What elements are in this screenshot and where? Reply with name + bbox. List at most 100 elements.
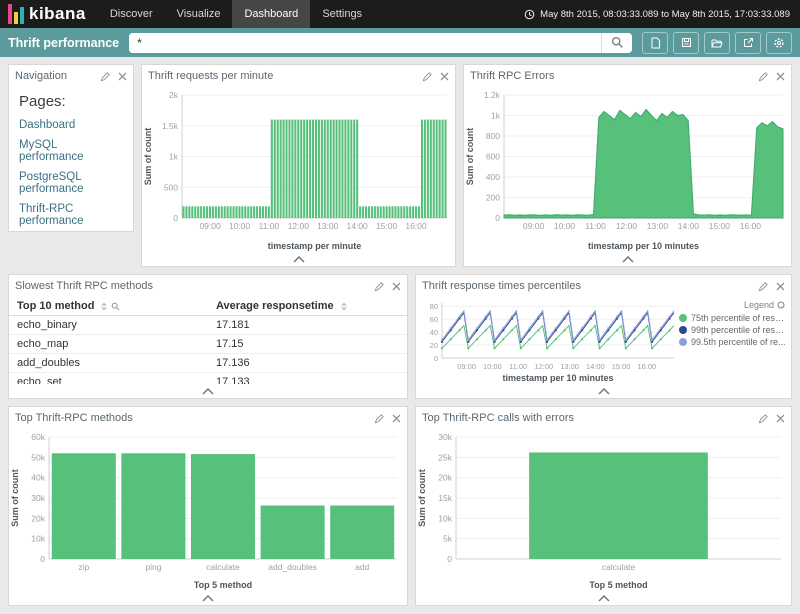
close-panel-icon[interactable] <box>440 72 449 81</box>
rpc-errors-chart[interactable]: 02004006008001k1.2k09:0010:0011:0012:001… <box>464 87 791 252</box>
edit-panel-icon[interactable] <box>422 71 433 82</box>
panel-title: Top Thrift-RPC calls with errors <box>422 412 758 424</box>
page-link-dashboard[interactable]: Dashboard <box>19 119 123 131</box>
panel-slowest-methods: Slowest Thrift RPC methods Top 10 method <box>8 274 408 399</box>
edit-panel-icon[interactable] <box>758 71 769 82</box>
table-row: echo_map17.15 <box>9 335 407 354</box>
collapse-chevron[interactable] <box>9 384 407 398</box>
close-panel-icon[interactable] <box>392 414 401 423</box>
svg-text:timestamp per 10 minutes: timestamp per 10 minutes <box>588 241 699 251</box>
panel-thrift-requests: Thrift requests per minute 05001k1.5k2k0… <box>141 64 456 267</box>
close-panel-icon[interactable] <box>776 414 785 423</box>
edit-panel-icon[interactable] <box>374 281 385 292</box>
svg-text:14:00: 14:00 <box>678 221 700 231</box>
collapse-chevron[interactable] <box>142 252 455 266</box>
percentiles-chart[interactable]: 02040608009:0010:0011:0012:0013:0014:001… <box>416 297 679 384</box>
gear-icon <box>773 37 785 49</box>
svg-text:15:00: 15:00 <box>376 221 398 231</box>
requests-per-minute-chart[interactable]: 05001k1.5k2k09:0010:0011:0012:0013:0014:… <box>142 87 455 252</box>
main-nav: Discover Visualize Dashboard Settings <box>98 0 374 28</box>
page-link-thrift-rpc[interactable]: Thrift-RPC performance <box>19 203 123 227</box>
search-button[interactable] <box>601 33 632 53</box>
svg-text:40k: 40k <box>31 473 45 483</box>
legend-dot <box>679 314 687 322</box>
close-panel-icon[interactable] <box>118 72 127 81</box>
column-header-responsetime[interactable]: Average responsetime <box>208 297 407 316</box>
svg-text:2k: 2k <box>169 90 179 100</box>
share-dashboard-button[interactable] <box>735 32 761 54</box>
panel-title: Navigation <box>15 70 100 82</box>
legend-toggle[interactable]: Legend <box>679 299 791 312</box>
svg-text:15:00: 15:00 <box>709 221 731 231</box>
edit-panel-icon[interactable] <box>374 413 385 424</box>
time-range-text: May 8th 2015, 08:03:33.089 to May 8th 20… <box>540 9 790 20</box>
svg-text:0: 0 <box>447 554 452 564</box>
logo-text: kibana <box>29 4 86 24</box>
search-box <box>129 33 632 53</box>
edit-panel-icon[interactable] <box>758 413 769 424</box>
open-dashboard-button[interactable] <box>704 32 730 54</box>
save-dashboard-button[interactable] <box>673 32 699 54</box>
svg-text:10:00: 10:00 <box>554 221 576 231</box>
collapse-chevron[interactable] <box>464 252 791 266</box>
kibana-logo[interactable]: kibana <box>0 0 98 28</box>
nav-item-visualize[interactable]: Visualize <box>165 0 233 28</box>
column-header-method[interactable]: Top 10 method <box>9 297 208 316</box>
calls-with-errors-chart[interactable]: 05k10k15k20k25k30kcalculateSum of countT… <box>416 429 791 591</box>
svg-text:16:00: 16:00 <box>740 221 762 231</box>
collapse-chevron[interactable] <box>9 591 407 605</box>
close-panel-icon[interactable] <box>392 282 401 291</box>
legend-item[interactable]: 99.5th percentile of re... <box>679 336 791 348</box>
page-link-mysql[interactable]: MySQL performance <box>19 139 123 163</box>
column-search-icon[interactable] <box>111 302 120 311</box>
svg-text:13:00: 13:00 <box>647 221 669 231</box>
share-icon <box>743 37 754 48</box>
nav-item-dashboard[interactable]: Dashboard <box>232 0 310 28</box>
svg-text:16:00: 16:00 <box>405 221 427 231</box>
close-panel-icon[interactable] <box>776 72 785 81</box>
time-range-picker[interactable]: May 8th 2015, 08:03:33.089 to May 8th 20… <box>524 0 800 28</box>
svg-text:1k: 1k <box>169 152 179 162</box>
panel-navigation: Navigation Pages: Dashboard MySQL perfor… <box>8 64 134 232</box>
collapse-chevron[interactable] <box>416 591 791 605</box>
svg-text:1.2k: 1.2k <box>484 90 501 100</box>
svg-text:09:00: 09:00 <box>457 362 476 371</box>
new-dashboard-button[interactable] <box>642 32 668 54</box>
svg-text:13:00: 13:00 <box>317 221 339 231</box>
nav-item-settings[interactable]: Settings <box>310 0 374 28</box>
slowest-methods-table: Top 10 method Average responsetime echo_… <box>9 297 407 384</box>
dashboard-title: Thrift performance <box>8 36 129 50</box>
svg-text:Top 5 method: Top 5 method <box>589 580 647 590</box>
svg-text:0: 0 <box>434 354 438 363</box>
svg-text:Sum of count: Sum of count <box>465 128 475 186</box>
table-row: echo_binary17.181 <box>9 316 407 335</box>
svg-text:500: 500 <box>164 182 178 192</box>
svg-text:10k: 10k <box>438 513 452 523</box>
svg-text:11:00: 11:00 <box>259 221 280 231</box>
nav-item-discover[interactable]: Discover <box>98 0 165 28</box>
top-methods-chart[interactable]: 010k20k30k40k50k60kzippingcalculateadd_d… <box>9 429 407 591</box>
panel-title: Slowest Thrift RPC methods <box>15 280 374 292</box>
svg-text:14:00: 14:00 <box>586 362 605 371</box>
close-panel-icon[interactable] <box>776 282 785 291</box>
legend-item[interactable]: 99th percentile of resp... <box>679 324 791 336</box>
table-row: echo_set17.133 <box>9 373 407 385</box>
edit-panel-icon[interactable] <box>758 281 769 292</box>
new-document-icon <box>650 37 661 49</box>
panel-response-percentiles: Thrift response times percentiles 020406… <box>415 274 792 399</box>
svg-text:400: 400 <box>486 172 500 182</box>
sort-icon[interactable] <box>100 302 108 311</box>
svg-text:zip: zip <box>78 562 89 572</box>
sort-icon[interactable] <box>340 302 348 311</box>
svg-text:15k: 15k <box>438 493 452 503</box>
svg-text:timestamp per minute: timestamp per minute <box>268 241 362 251</box>
dashboard-settings-button[interactable] <box>766 32 792 54</box>
collapse-chevron[interactable] <box>416 384 791 398</box>
page-link-postgresql[interactable]: PostgreSQL performance <box>19 171 123 195</box>
svg-text:Top 5 method: Top 5 method <box>194 580 252 590</box>
edit-panel-icon[interactable] <box>100 71 111 82</box>
legend-item[interactable]: 75th percentile of resp... <box>679 312 791 324</box>
svg-text:15:00: 15:00 <box>612 362 631 371</box>
search-input[interactable] <box>129 33 601 53</box>
kibana-logo-icon <box>8 4 24 24</box>
